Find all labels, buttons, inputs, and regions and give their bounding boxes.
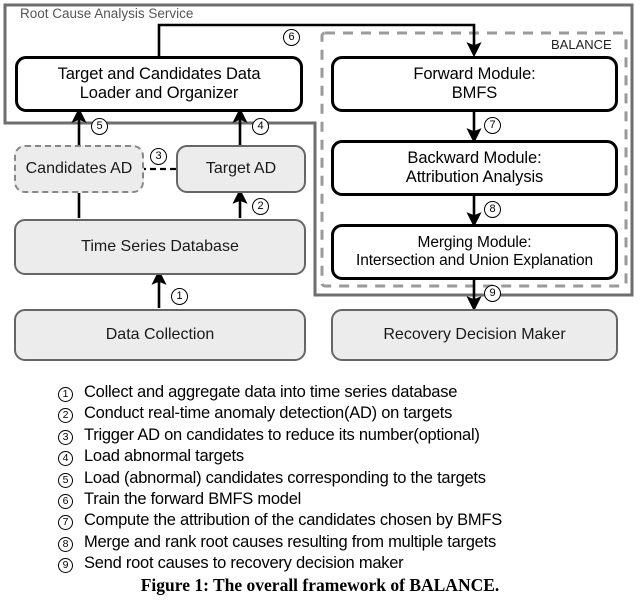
legend-item-number: 6 <box>58 489 84 510</box>
node-merging-module-line2: Intersection and Union Explanation <box>355 252 593 269</box>
step-badge-2: 2 <box>252 198 269 215</box>
legend-item-text: Trigger AD on candidates to reduce its n… <box>84 425 480 444</box>
node-candidates-ad[interactable]: Candidates AD <box>14 145 144 193</box>
step-badge-3: 3 <box>150 148 167 165</box>
legend-item-text: Load (abnormal) candidates corresponding… <box>84 468 486 487</box>
legend-list: 1 Collect and aggregate data into time s… <box>58 382 628 575</box>
step-badge-5: 5 <box>91 118 108 135</box>
legend-item-text: Train the forward BMFS model <box>84 489 302 508</box>
node-recovery-decision-maker-label: Recovery Decision Maker <box>383 325 566 343</box>
legend-item-number: 4 <box>58 446 84 467</box>
node-data-collection-label: Data Collection <box>105 325 215 343</box>
legend-item-number: 5 <box>58 468 84 489</box>
node-backward-module-line1: Backward Module: <box>407 148 542 167</box>
legend-item-number: 2 <box>58 403 84 424</box>
node-candidates-ad-label: Candidates AD <box>25 159 133 177</box>
node-merging-module-line1: Merging Module: <box>417 234 532 252</box>
node-time-series-database[interactable]: Time Series Database <box>14 219 306 275</box>
legend-item: 9 Send root causes to recovery decision … <box>58 553 628 574</box>
legend-item: 1 Collect and aggregate data into time s… <box>58 382 628 403</box>
legend-item-number: 7 <box>58 510 84 531</box>
node-merging-module[interactable]: Merging Module: Intersection and Union E… <box>331 224 618 280</box>
node-forward-module-line2: BMFS <box>451 84 498 102</box>
legend-item-text: Load abnormal targets <box>84 447 244 466</box>
legend-item-number: 8 <box>58 532 84 553</box>
node-recovery-decision-maker[interactable]: Recovery Decision Maker <box>331 309 618 361</box>
node-time-series-database-label: Time Series Database <box>81 237 239 255</box>
node-forward-module[interactable]: Forward Module: BMFS <box>331 56 618 112</box>
service-container-label: Root Cause Analysis Service <box>20 6 194 21</box>
node-forward-module-line1: Forward Module: <box>413 64 536 83</box>
figure-caption: Figure 1: The overall framework of BALAN… <box>140 575 500 595</box>
legend-item-text: Send root causes to recovery decision ma… <box>84 554 404 573</box>
balance-container-label: BALANCE <box>551 37 612 52</box>
legend-item: 8 Merge and rank root causes resulting f… <box>58 532 628 553</box>
node-data-loader[interactable]: Target and Candidates Data Loader and Or… <box>15 56 303 112</box>
legend-item-text: Merge and rank root causes resulting fro… <box>84 532 496 551</box>
step-badge-1: 1 <box>171 288 188 305</box>
step-badge-7: 7 <box>484 117 501 134</box>
step-badge-6: 6 <box>283 29 300 46</box>
node-data-loader-line2: Loader and Organizer <box>79 84 239 102</box>
node-target-ad[interactable]: Target AD <box>176 145 306 193</box>
legend-item-number: 1 <box>58 382 84 403</box>
node-data-collection[interactable]: Data Collection <box>14 309 306 361</box>
node-data-loader-line1: Target and Candidates Data <box>57 64 261 83</box>
node-backward-module[interactable]: Backward Module: Attribution Analysis <box>331 140 618 196</box>
legend-item-number: 9 <box>58 553 84 574</box>
node-backward-module-line2: Attribution Analysis <box>405 168 544 186</box>
legend-item-text: Conduct real-time anomaly detection(AD) … <box>84 404 453 423</box>
legend-item: 3 Trigger AD on candidates to reduce its… <box>58 425 628 446</box>
legend-item: 4 Load abnormal targets <box>58 446 628 467</box>
legend-item: 7 Compute the attribution of the candida… <box>58 510 628 531</box>
legend-item-number: 3 <box>58 425 84 446</box>
framework-figure: Root Cause Analysis Service BALANCE Targ… <box>0 0 640 606</box>
legend-item: 5 Load (abnormal) candidates correspondi… <box>58 468 628 489</box>
legend-item-text: Compute the attribution of the candidate… <box>84 511 502 530</box>
arrow-step-6 <box>157 23 482 58</box>
step-badge-9: 9 <box>484 285 501 302</box>
step-badge-4: 4 <box>252 118 269 135</box>
legend-item-text: Collect and aggregate data into time ser… <box>84 383 458 401</box>
legend-item: 2 Conduct real-time anomaly detection(AD… <box>58 403 628 424</box>
legend-item: 6 Train the forward BMFS model <box>58 489 628 510</box>
step-badge-8: 8 <box>484 201 501 218</box>
node-target-ad-label: Target AD <box>205 159 277 177</box>
